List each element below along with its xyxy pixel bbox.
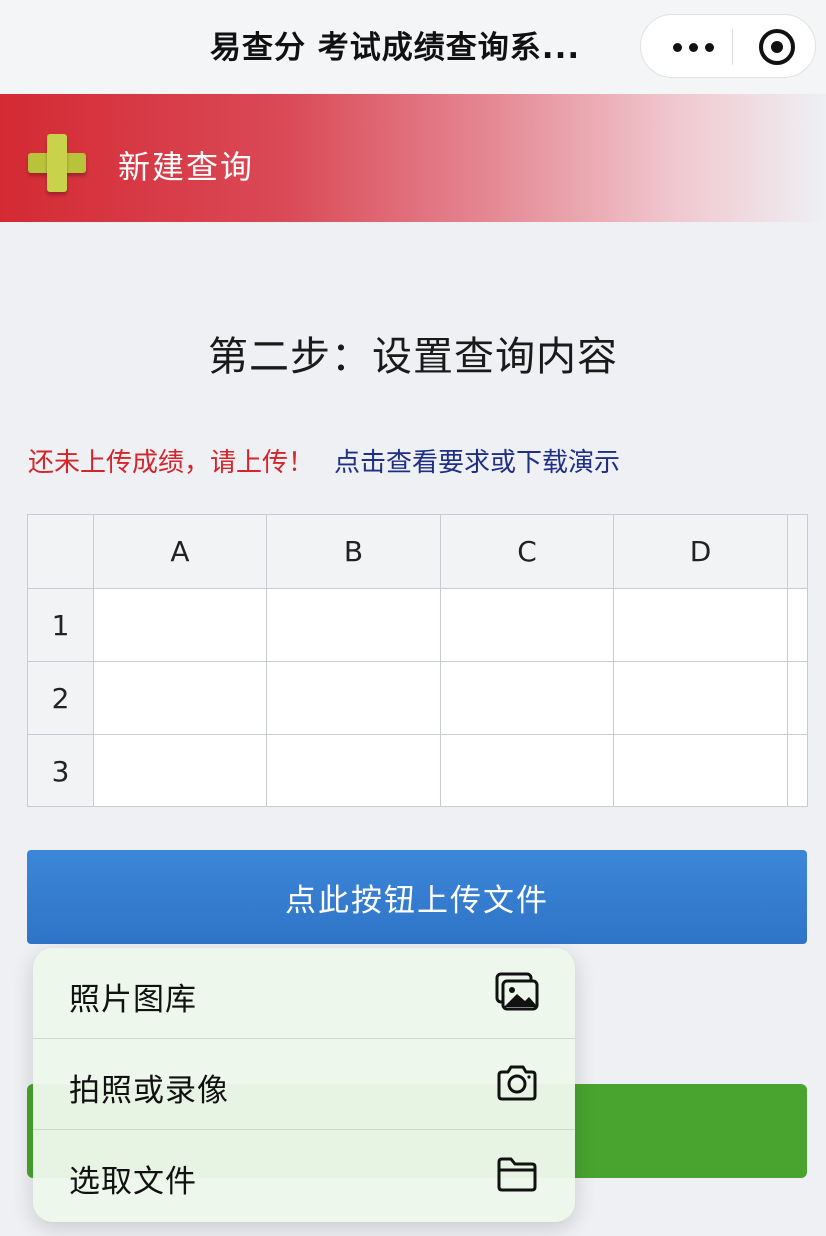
- top-navigation-bar: 易查分 考试成绩查询系...: [0, 0, 826, 94]
- folder-icon: [497, 1157, 537, 1192]
- sheet-cell: [614, 735, 788, 806]
- sheet-cell: [94, 735, 267, 806]
- column-header: D: [614, 515, 788, 589]
- spreadsheet-preview: A B C D 1 2 3: [27, 514, 808, 807]
- column-header: B: [267, 515, 441, 589]
- mini-program-capsule: [640, 14, 816, 78]
- sheet-cell: [614, 589, 788, 662]
- menu-item-camera[interactable]: 拍照或录像: [33, 1039, 575, 1129]
- sheet-cell: [441, 589, 614, 662]
- more-dots-icon[interactable]: [663, 27, 723, 67]
- upload-notice: 还未上传成绩，请上传！ 点击查看要求或下载演示: [28, 442, 620, 479]
- target-circle-icon[interactable]: [759, 29, 795, 65]
- sheet-cell: [788, 662, 807, 735]
- sheet-cell: [267, 589, 441, 662]
- plus-icon: [28, 134, 86, 192]
- sheet-cell: [441, 735, 614, 806]
- column-header-partial: [788, 515, 807, 589]
- sheet-cell: [441, 662, 614, 735]
- view-requirements-link[interactable]: 点击查看要求或下载演示: [334, 448, 620, 478]
- new-query-banner[interactable]: 新建查询: [0, 94, 826, 222]
- column-header: C: [441, 515, 614, 589]
- menu-item-label: 选取文件: [69, 1164, 197, 1200]
- photo-library-icon: [495, 972, 539, 1011]
- row-header: 2: [28, 662, 94, 735]
- menu-item-label: 拍照或录像: [69, 1073, 229, 1109]
- sheet-cell: [614, 662, 788, 735]
- capsule-divider: [732, 29, 733, 65]
- sheet-corner-cell: [28, 515, 94, 589]
- sheet-cell: [267, 662, 441, 735]
- file-source-menu: 照片图库 拍照或录像 选取文件: [33, 948, 575, 1222]
- menu-item-photo-library[interactable]: 照片图库: [33, 948, 575, 1038]
- upload-file-button[interactable]: 点此按钮上传文件: [27, 850, 807, 944]
- sheet-cell: [788, 589, 807, 662]
- menu-item-label: 照片图库: [69, 982, 197, 1018]
- menu-item-choose-file[interactable]: 选取文件: [33, 1130, 575, 1220]
- upload-warning: 还未上传成绩，请上传！: [28, 448, 315, 478]
- sheet-cell: [94, 589, 267, 662]
- new-query-label: 新建查询: [118, 148, 255, 186]
- page-title: 易查分 考试成绩查询系...: [210, 30, 581, 66]
- sheet-cell: [788, 735, 807, 806]
- row-header: 1: [28, 589, 94, 662]
- sheet-cell: [267, 735, 441, 806]
- column-header: A: [94, 515, 267, 589]
- step-title: 第二步：设置查询内容: [208, 334, 618, 380]
- camera-icon: [497, 1065, 537, 1101]
- row-header: 3: [28, 735, 94, 806]
- sheet-cell: [94, 662, 267, 735]
